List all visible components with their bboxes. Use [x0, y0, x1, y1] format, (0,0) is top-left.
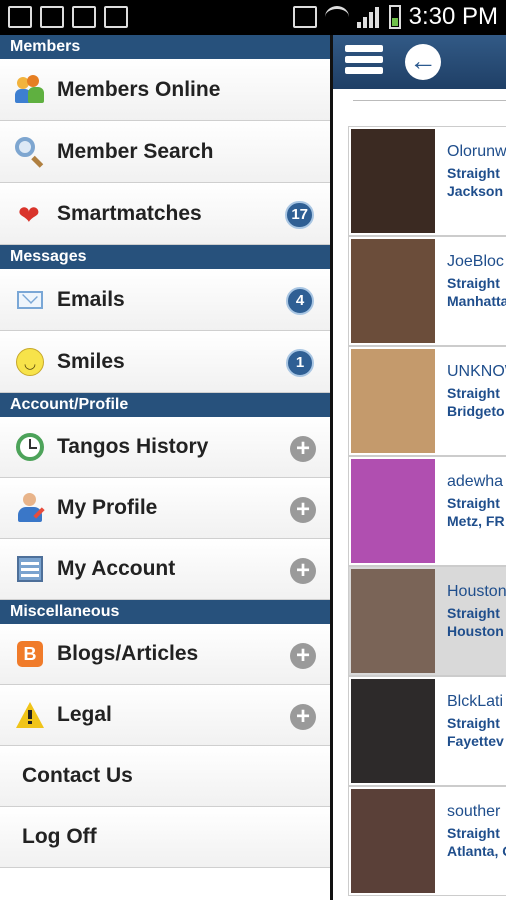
play-store-icon: [104, 6, 128, 28]
menu-item-tangos-history[interactable]: Tangos History +: [0, 417, 330, 478]
menu-item-smiles[interactable]: ◡ Smiles 1: [0, 331, 330, 393]
member-photo[interactable]: [351, 459, 435, 563]
menu-item-label: Log Off: [22, 825, 97, 848]
member-orientation: Straight: [447, 495, 500, 511]
member-row[interactable]: Houston Straight Houston: [348, 566, 506, 676]
menu-item-label: Blogs/Articles: [57, 642, 199, 665]
member-location: Metz, FR: [447, 513, 505, 529]
member-photo[interactable]: [351, 569, 435, 673]
menu-item-label: My Profile: [57, 496, 158, 519]
menu-item-label: Member Search: [57, 139, 214, 163]
menu-item-label: Smartmatches: [57, 201, 202, 225]
member-orientation: Straight: [447, 275, 500, 291]
member-name[interactable]: Olorunw: [447, 143, 506, 161]
account-icon: [15, 554, 45, 584]
menu-item-my-account[interactable]: My Account +: [0, 539, 330, 600]
member-name[interactable]: Houston: [447, 583, 506, 601]
menu-item-my-profile[interactable]: My Profile +: [0, 478, 330, 539]
member-name[interactable]: JoeBloc: [447, 253, 504, 271]
plus-icon[interactable]: +: [290, 704, 316, 730]
heart-icon: ❤: [18, 199, 40, 230]
menu-item-member-search[interactable]: Member Search: [0, 121, 330, 183]
member-photo[interactable]: [351, 129, 435, 233]
member-orientation: Straight: [447, 605, 500, 621]
section-header: Messages: [0, 245, 330, 269]
count-badge: 1: [286, 349, 314, 377]
member-photo[interactable]: [351, 789, 435, 893]
user-edit-icon: [15, 493, 45, 523]
member-orientation: Straight: [447, 715, 500, 731]
member-photo[interactable]: [351, 349, 435, 453]
member-list: Olorunw Straight Jackson JoeBloc Straight Man…: [348, 126, 506, 896]
member-row[interactable]: adewha Straight Metz, FR: [348, 456, 506, 566]
menu-item-label: My Account: [57, 557, 176, 580]
mute-icon: [292, 6, 317, 28]
member-photo[interactable]: [351, 679, 435, 783]
member-name[interactable]: adewha: [447, 473, 503, 491]
plus-icon[interactable]: +: [290, 436, 316, 462]
members-online-icon: [15, 74, 45, 105]
envelope-icon: [15, 285, 45, 315]
battery-icon: [388, 5, 401, 29]
member-name[interactable]: souther: [447, 803, 500, 821]
member-location: Jackson: [447, 183, 504, 199]
member-orientation: Straight: [447, 165, 500, 181]
gmail-icon: [40, 6, 64, 28]
count-badge: 4: [286, 287, 314, 315]
menu-item-contact-us[interactable]: Contact Us: [0, 746, 330, 807]
news-icon: [72, 6, 96, 28]
member-row[interactable]: Olorunw Straight Jackson: [348, 126, 506, 236]
plus-icon[interactable]: +: [290, 643, 316, 669]
menu-item-label: Emails: [57, 287, 125, 311]
menu-item-members-online[interactable]: Members Online: [0, 59, 330, 121]
signal-icon: [356, 6, 381, 28]
member-orientation: Straight: [447, 825, 500, 841]
member-location: Manhatta: [447, 293, 506, 309]
member-list-pane: ← Olorunw Straight Jackson JoeBloc Straight M…: [333, 35, 506, 900]
menu-icon[interactable]: [345, 45, 383, 79]
blogger-icon: B: [15, 639, 45, 669]
plus-icon[interactable]: +: [290, 558, 316, 584]
menu-item-label: Smiles: [57, 349, 125, 373]
app-toolbar: ←: [333, 35, 506, 89]
plus-icon[interactable]: +: [290, 497, 316, 523]
menu-item-label: Legal: [57, 703, 112, 726]
warning-icon: [15, 700, 45, 730]
member-photo[interactable]: [351, 239, 435, 343]
member-location: Houston: [447, 623, 504, 639]
count-badge: 17: [285, 201, 314, 229]
back-arrow-icon[interactable]: ←: [405, 44, 441, 80]
menu-item-label: Tangos History: [57, 435, 209, 458]
status-bar: 3:30 PM: [0, 0, 506, 35]
member-row[interactable]: souther Straight Atlanta, G: [348, 786, 506, 896]
section-header: Members: [0, 35, 330, 59]
menu-item-smartmatches[interactable]: ❤ Smartmatches 17: [0, 183, 330, 245]
menu-item-emails[interactable]: Emails 4: [0, 269, 330, 331]
member-row[interactable]: BlckLati Straight Fayettev: [348, 676, 506, 786]
clock-icon: [15, 432, 45, 462]
smiley-icon: ◡: [15, 347, 45, 377]
gallery-icon: [8, 6, 32, 28]
menu-item-blogs-articles[interactable]: B Blogs/Articles +: [0, 624, 330, 685]
menu-item-label: Members Online: [57, 77, 221, 101]
member-row[interactable]: UNKNOW Straight Bridgeto: [348, 346, 506, 456]
menu-item-legal[interactable]: Legal +: [0, 685, 330, 746]
member-name[interactable]: BlckLati: [447, 693, 503, 711]
menu-item-log-off[interactable]: Log Off: [0, 807, 330, 868]
member-row[interactable]: JoeBloc Straight Manhatta: [348, 236, 506, 346]
member-location: Fayettev: [447, 733, 504, 749]
magnifier-icon: [15, 136, 45, 168]
member-name[interactable]: UNKNOW: [447, 363, 506, 381]
status-time: 3:30 PM: [408, 3, 498, 30]
navigation-drawer: Members Members Online Member Search ❤ Smart…: [0, 35, 333, 900]
member-location: Atlanta, G: [447, 843, 506, 859]
wifi-icon: [324, 6, 349, 28]
section-header: Miscellaneous: [0, 600, 330, 624]
menu-item-label: Contact Us: [22, 764, 133, 787]
section-header: Account/Profile: [0, 393, 330, 417]
list-divider: [353, 91, 506, 101]
member-location: Bridgeto: [447, 403, 505, 419]
member-orientation: Straight: [447, 385, 500, 401]
